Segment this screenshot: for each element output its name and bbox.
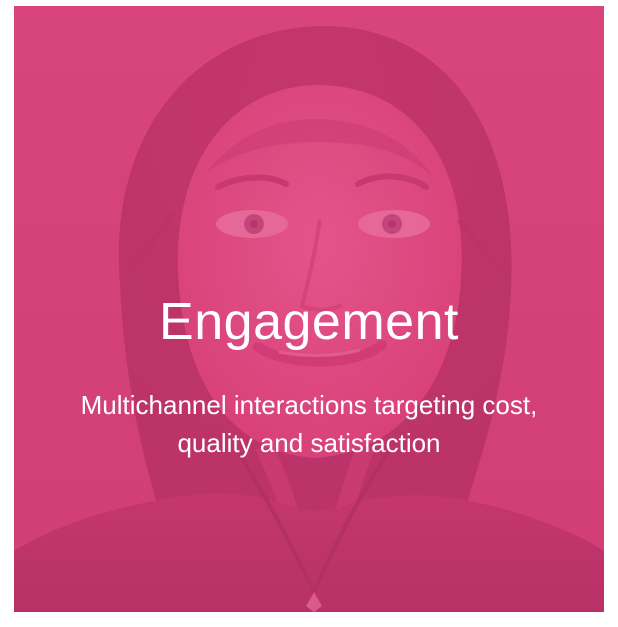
card-title: Engagement	[159, 293, 459, 351]
subtitle-line-2: quality and satisfaction	[177, 428, 441, 458]
card-content: Engagement Multichannel interactions tar…	[14, 292, 604, 462]
card-subtitle: Multichannel interactions targeting cost…	[44, 386, 574, 462]
engagement-card: Engagement Multichannel interactions tar…	[14, 6, 604, 612]
page: Engagement Multichannel interactions tar…	[0, 0, 618, 627]
subtitle-line-1: Multichannel interactions targeting cost…	[80, 390, 538, 420]
